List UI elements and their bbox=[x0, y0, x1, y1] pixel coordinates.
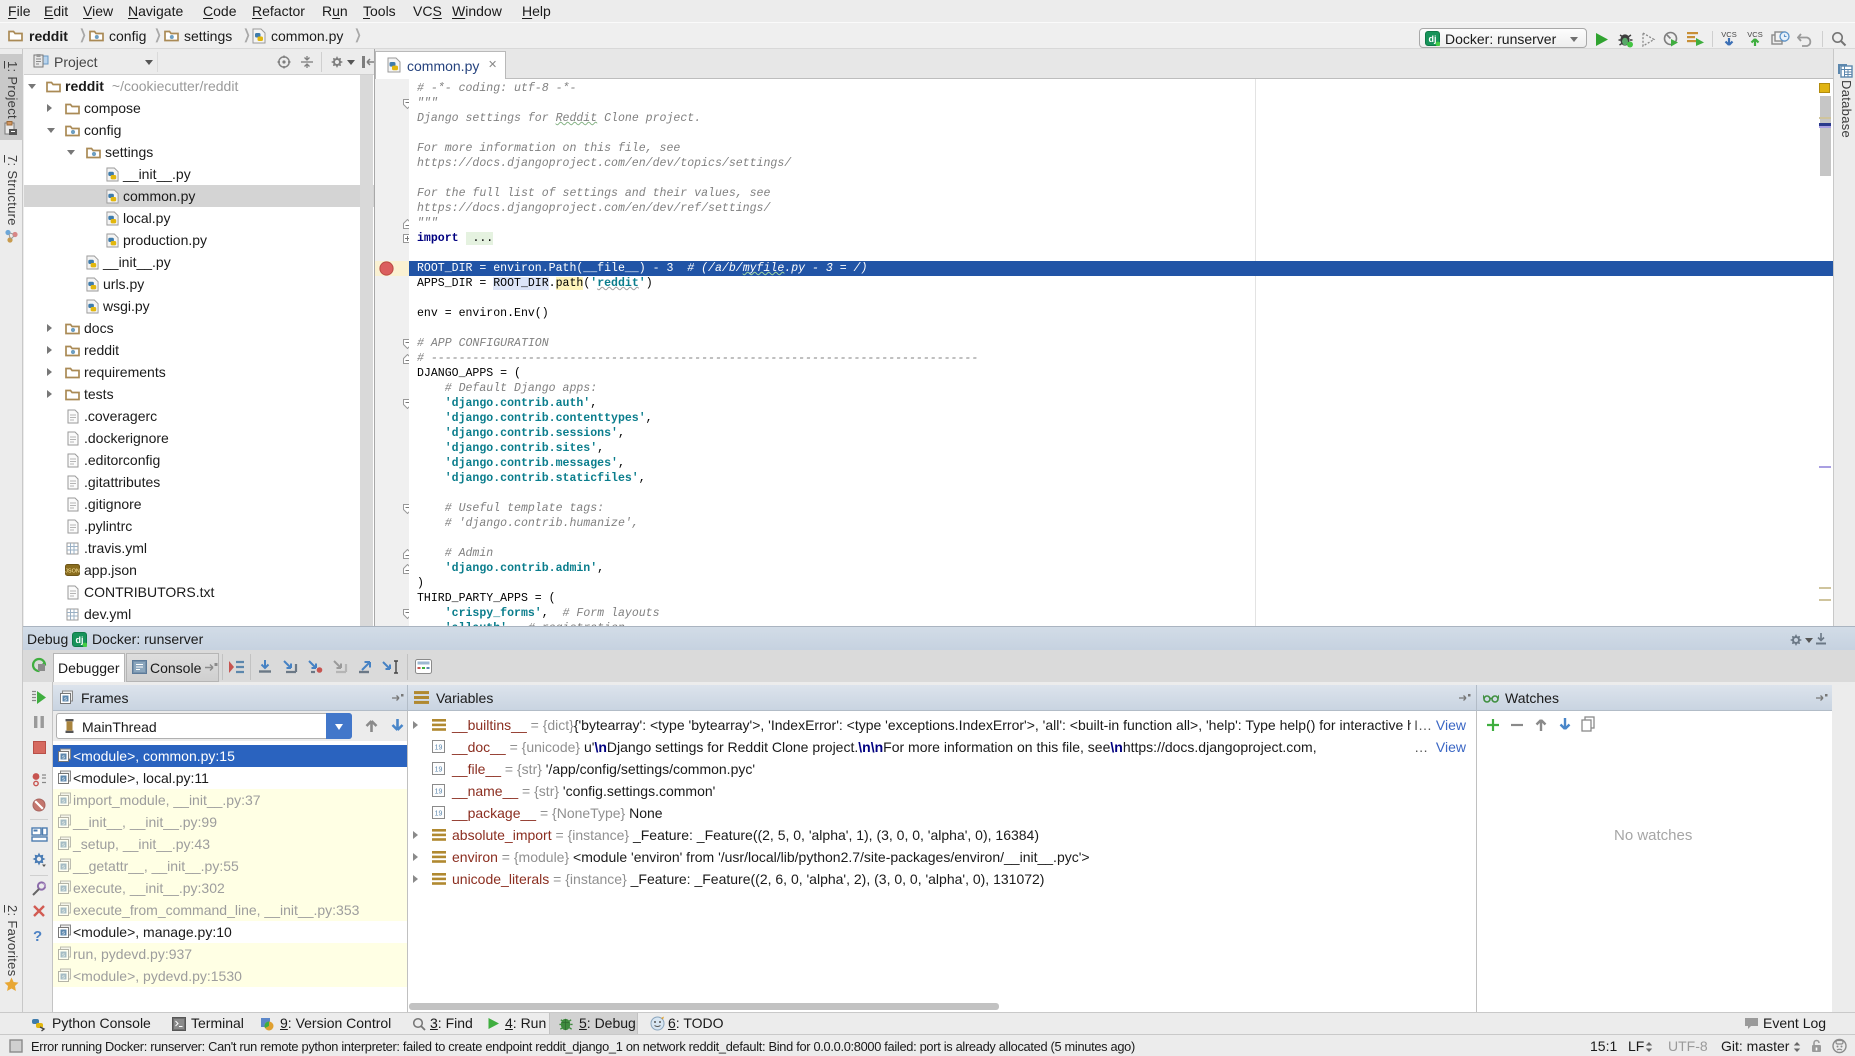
svg-text:s: s bbox=[62, 820, 65, 827]
svg-text:s: s bbox=[62, 754, 65, 761]
svg-text:s: s bbox=[62, 842, 65, 849]
svg-text:19: 19 bbox=[435, 789, 443, 796]
svg-text:s: s bbox=[62, 886, 65, 893]
svg-text:s: s bbox=[62, 952, 65, 959]
svg-text:JSON: JSON bbox=[65, 569, 80, 575]
svg-text:VCS: VCS bbox=[1721, 30, 1736, 39]
svg-text:19: 19 bbox=[435, 811, 443, 818]
svg-text:s: s bbox=[62, 776, 65, 783]
svg-text:VCS: VCS bbox=[1747, 30, 1762, 39]
svg-text:19: 19 bbox=[435, 767, 443, 774]
svg-text:s: s bbox=[62, 930, 65, 937]
svg-text:s: s bbox=[62, 908, 65, 915]
svg-text:s: s bbox=[62, 864, 65, 871]
svg-text:s: s bbox=[62, 798, 65, 805]
svg-text:19: 19 bbox=[435, 745, 443, 752]
svg-text:dj: dj bbox=[76, 635, 84, 645]
svg-text:dj: dj bbox=[1429, 34, 1437, 44]
svg-text:s: s bbox=[62, 974, 65, 981]
svg-text:s: s bbox=[64, 696, 67, 703]
